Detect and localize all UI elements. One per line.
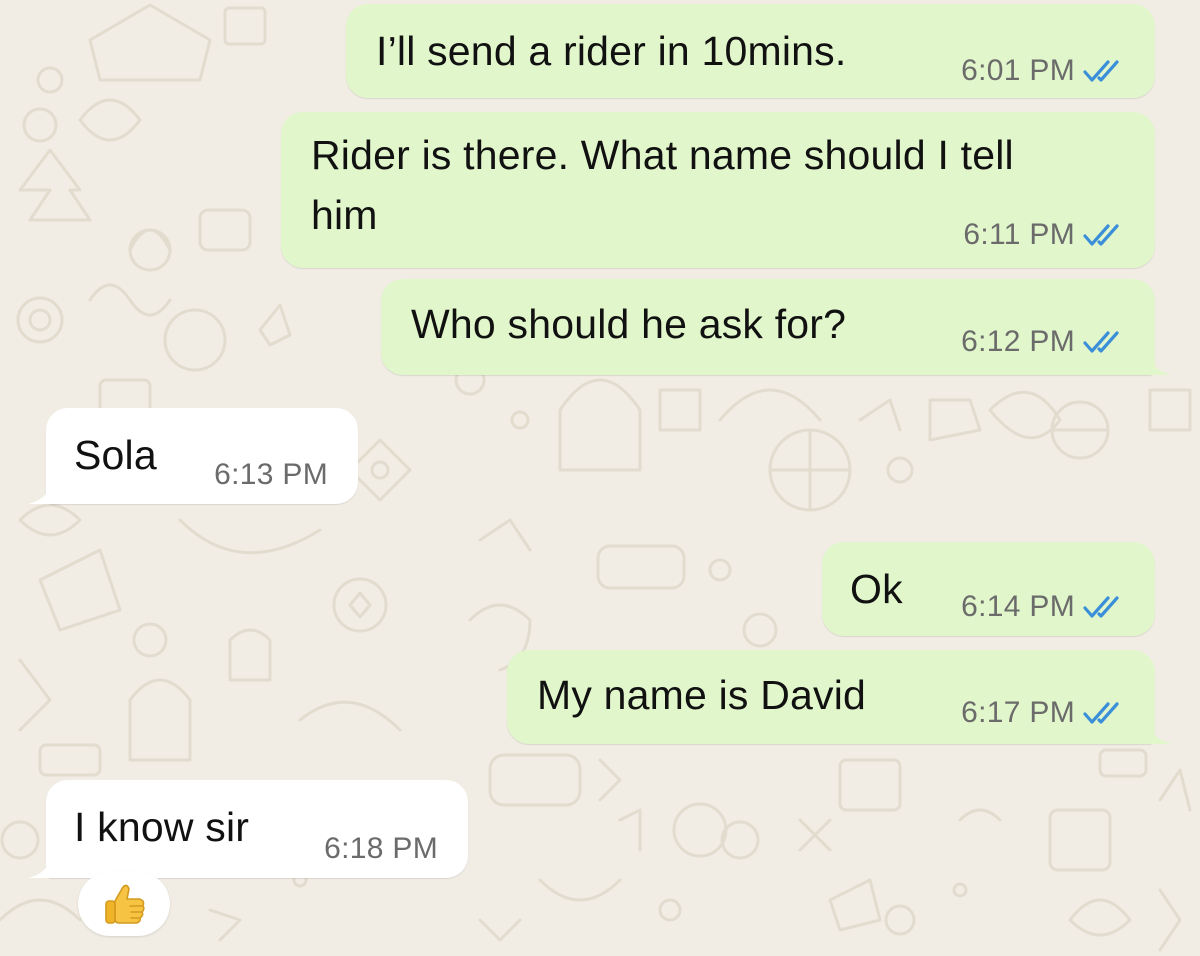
bubble-tail xyxy=(1148,718,1172,744)
double-check-icon xyxy=(1083,224,1119,246)
message-text: I’ll send a rider in 10mins. xyxy=(376,28,847,74)
double-check-icon xyxy=(1083,702,1119,724)
bubble-tail xyxy=(28,852,52,878)
message-text: My name is David xyxy=(537,672,867,718)
bubble-tail xyxy=(28,478,52,504)
double-check-icon xyxy=(1083,596,1119,618)
message-meta: 6:18 PM xyxy=(324,832,438,866)
message-meta: 6:01 PM xyxy=(961,54,1127,88)
message-text: Sola xyxy=(74,432,157,478)
message-time: 6:18 PM xyxy=(324,832,438,865)
message-time: 6:01 PM xyxy=(961,54,1075,87)
message-meta: 6:17 PM xyxy=(961,696,1127,730)
message-time: 6:12 PM xyxy=(961,325,1075,358)
message-time: 6:17 PM xyxy=(961,696,1075,729)
message-time: 6:13 PM xyxy=(214,458,328,491)
message-meta: 6:13 PM xyxy=(214,458,328,492)
message-outgoing[interactable]: Ok 6:14 PM xyxy=(822,542,1155,636)
message-incoming[interactable]: I know sir 6:18 PM xyxy=(46,780,468,878)
message-text: I know sir xyxy=(74,804,250,850)
double-check-icon xyxy=(1083,60,1119,82)
message-text: Who should he ask for? xyxy=(411,301,847,347)
message-outgoing[interactable]: My name is David 6:17 PM xyxy=(507,650,1155,744)
message-outgoing[interactable]: Rider is there. What name should I tell … xyxy=(281,112,1155,268)
message-reaction[interactable] xyxy=(78,872,170,936)
double-check-icon xyxy=(1083,331,1119,353)
message-text: Ok xyxy=(850,566,903,612)
message-meta: 6:11 PM xyxy=(963,218,1127,252)
message-meta: 6:14 PM xyxy=(961,590,1127,624)
message-incoming[interactable]: Sola 6:13 PM xyxy=(46,408,358,504)
bubble-tail xyxy=(1148,349,1172,375)
message-time: 6:14 PM xyxy=(961,590,1075,623)
message-text-line1: Rider is there. What name should I tell xyxy=(311,132,1014,178)
message-outgoing[interactable]: Who should he ask for? 6:12 PM xyxy=(381,279,1155,375)
message-time: 6:11 PM xyxy=(963,218,1075,251)
message-meta: 6:12 PM xyxy=(961,325,1127,359)
message-text-line2: him xyxy=(311,192,378,238)
message-outgoing[interactable]: I’ll send a rider in 10mins. 6:01 PM xyxy=(346,4,1155,98)
thumbs-up-icon xyxy=(105,884,145,924)
